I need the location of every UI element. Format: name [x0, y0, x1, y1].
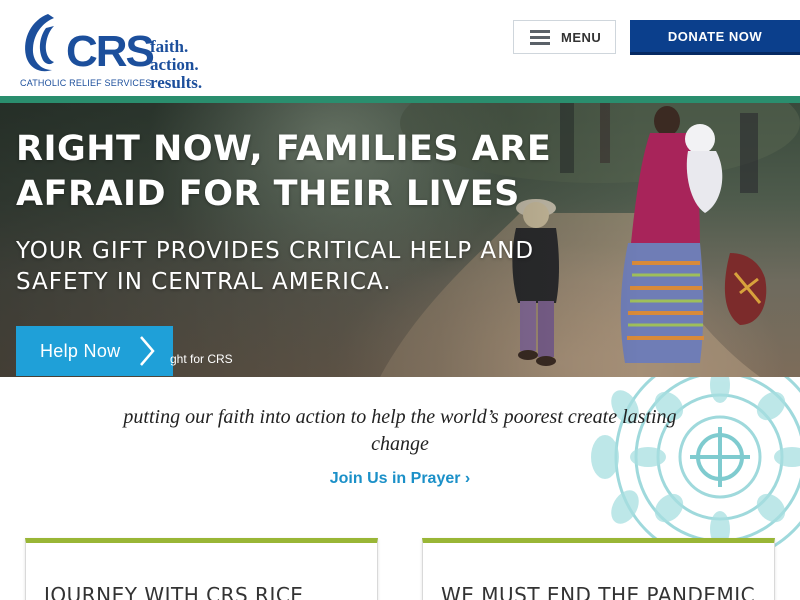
tagline-results: results.: [150, 73, 203, 92]
menu-label: MENU: [561, 29, 602, 45]
hero-headline: RIGHT NOW, FAMILIES ARE AFRAID FOR THEIR…: [16, 129, 552, 214]
join-us-in-prayer-link[interactable]: Join Us in Prayer ›: [0, 470, 800, 488]
menu-button[interactable]: MENU: [513, 20, 616, 54]
tagline-faith: faith.: [150, 37, 189, 56]
card-title: JOURNEY WITH CRS RICE: [44, 583, 304, 600]
header-divider: [0, 96, 800, 103]
card-title: WE MUST END THE PANDEMIC: [441, 583, 756, 600]
help-now-label: Help Now: [40, 340, 121, 361]
donate-now-button[interactable]: DONATE NOW: [630, 20, 800, 55]
photo-credit: ght for CRS: [170, 352, 233, 366]
logo-tagline: faith. action. results.: [150, 38, 202, 92]
card-end-the-pandemic[interactable]: WE MUST END THE PANDEMIC: [422, 538, 775, 600]
tagline-action: action.: [150, 55, 199, 74]
chevron-right-icon: [140, 336, 155, 366]
crs-logo[interactable]: CRS CATHOLIC RELIEF SERVICES faith. acti…: [18, 10, 213, 92]
help-now-button[interactable]: Help Now: [16, 326, 173, 376]
mission-statement: putting our faith into action to help th…: [123, 406, 677, 455]
logo-wordmark: CRS: [66, 27, 155, 76]
site-header: CRS CATHOLIC RELIEF SERVICES faith. acti…: [0, 0, 800, 96]
logo-org-name: CATHOLIC RELIEF SERVICES: [20, 78, 152, 88]
hero-banner: RIGHT NOW, FAMILIES ARE AFRAID FOR THEIR…: [0, 103, 800, 377]
mandala-ornament-icon: [591, 377, 800, 547]
hamburger-icon: [530, 30, 550, 45]
card-journey-with-crs-rice[interactable]: JOURNEY WITH CRS RICE: [25, 538, 378, 600]
hero-subheadline: YOUR GIFT PROVIDES CRITICAL HELP AND SAF…: [16, 238, 535, 295]
